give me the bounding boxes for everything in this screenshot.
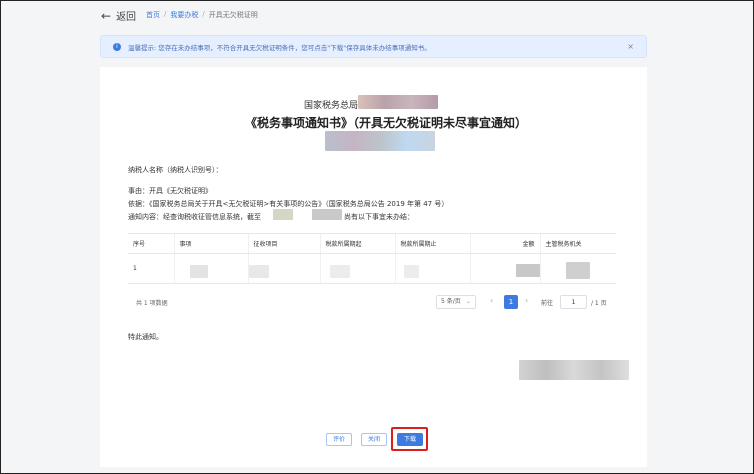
breadcrumb-tax-services[interactable]: 我要办税 (170, 10, 198, 20)
pagination-total: 共 1 项数据 (136, 300, 168, 307)
close-button[interactable]: 关闭 (361, 433, 387, 446)
breadcrumb-home[interactable]: 首页 (146, 10, 160, 20)
page-size-value: 5 条/页 (441, 298, 461, 305)
redacted-date (273, 209, 293, 220)
top-bar: ← 返回 首页 / 我要办税 / 开具无欠税证明 (1, 1, 753, 27)
redacted-signature (519, 360, 629, 380)
column-header: 金额 (469, 233, 540, 254)
info-icon: i (113, 42, 121, 51)
redacted-document-number (325, 131, 435, 151)
closing-text: 特此通知。 (128, 333, 163, 341)
back-label: 返回 (116, 12, 137, 23)
column-header: 主管税务机关 (539, 233, 616, 254)
table-cell: 1 (128, 253, 174, 284)
redacted-authority (566, 262, 590, 279)
breadcrumb-separator: / (164, 10, 167, 18)
notice-banner: i 温馨提示: 您存在未办结事项，不符合开具无欠税证明条件，您可点击"下载"保存… (100, 35, 647, 58)
redacted-date-2 (312, 209, 342, 220)
chevron-down-icon: ⌄ (465, 298, 471, 305)
column-header: 征收项目 (247, 233, 320, 254)
prev-page-button[interactable]: ‹ (490, 296, 493, 305)
column-header: 序号 (128, 233, 174, 254)
redacted-amount (516, 264, 540, 277)
table-cell (173, 253, 248, 284)
goto-page-input[interactable] (560, 295, 587, 309)
goto-label: 前往 (541, 300, 554, 307)
column-header: 税款所属期起 (319, 233, 395, 254)
back-button[interactable]: ← 返回 (101, 8, 137, 24)
page-number-current[interactable]: 1 (504, 295, 518, 309)
download-highlight-box (391, 427, 428, 451)
redacted-cell (190, 265, 208, 278)
redacted-authority-name (358, 95, 438, 109)
document-title: 《税务事项通知书》（开具无欠税证明未尽事宜通知） (245, 116, 528, 130)
redacted-cell (404, 265, 419, 278)
subject-line: 事由：开具《无欠税证明》 (128, 187, 212, 195)
content-prefix: 通知内容：经查询税收征管信息系统，截至 (128, 213, 261, 221)
page-size-select[interactable]: 5 条/页 ⌄ (436, 295, 476, 309)
basis-line: 依据：《国家税务总局关于开具<无欠税证明>有关事项的公告》（国家税务总局公告 2… (128, 200, 449, 208)
next-page-button[interactable]: › (525, 296, 528, 305)
issuing-authority: 国家税务总局 (304, 101, 359, 111)
evaluate-button[interactable]: 评价 (326, 433, 352, 446)
table-header-row: 序号 事项 征收项目 税款所属期起 税款所属期止 金额 主管税务机关 (128, 233, 616, 254)
breadcrumb-current: 开具无欠税证明 (208, 11, 258, 19)
redacted-cell (249, 265, 269, 278)
content-suffix: 尚有以下事宜未办结： (344, 213, 414, 221)
close-icon[interactable]: × (627, 42, 634, 51)
notice-text: 温馨提示: 您存在未办结事项，不符合开具无欠税证明条件，您可点击"下载"保存具体… (128, 43, 431, 52)
column-header: 税款所属期止 (394, 233, 470, 254)
total-pages: / 1 页 (591, 300, 607, 307)
breadcrumb: 首页 / 我要办税 / 开具无欠税证明 (146, 10, 258, 20)
redacted-cell (330, 265, 350, 278)
breadcrumb-separator: / (202, 10, 205, 18)
taxpayer-line: 纳税人名称（纳税人识别号）： (128, 166, 223, 174)
column-header: 事项 (173, 233, 248, 254)
arrow-left-icon: ← (101, 8, 112, 23)
